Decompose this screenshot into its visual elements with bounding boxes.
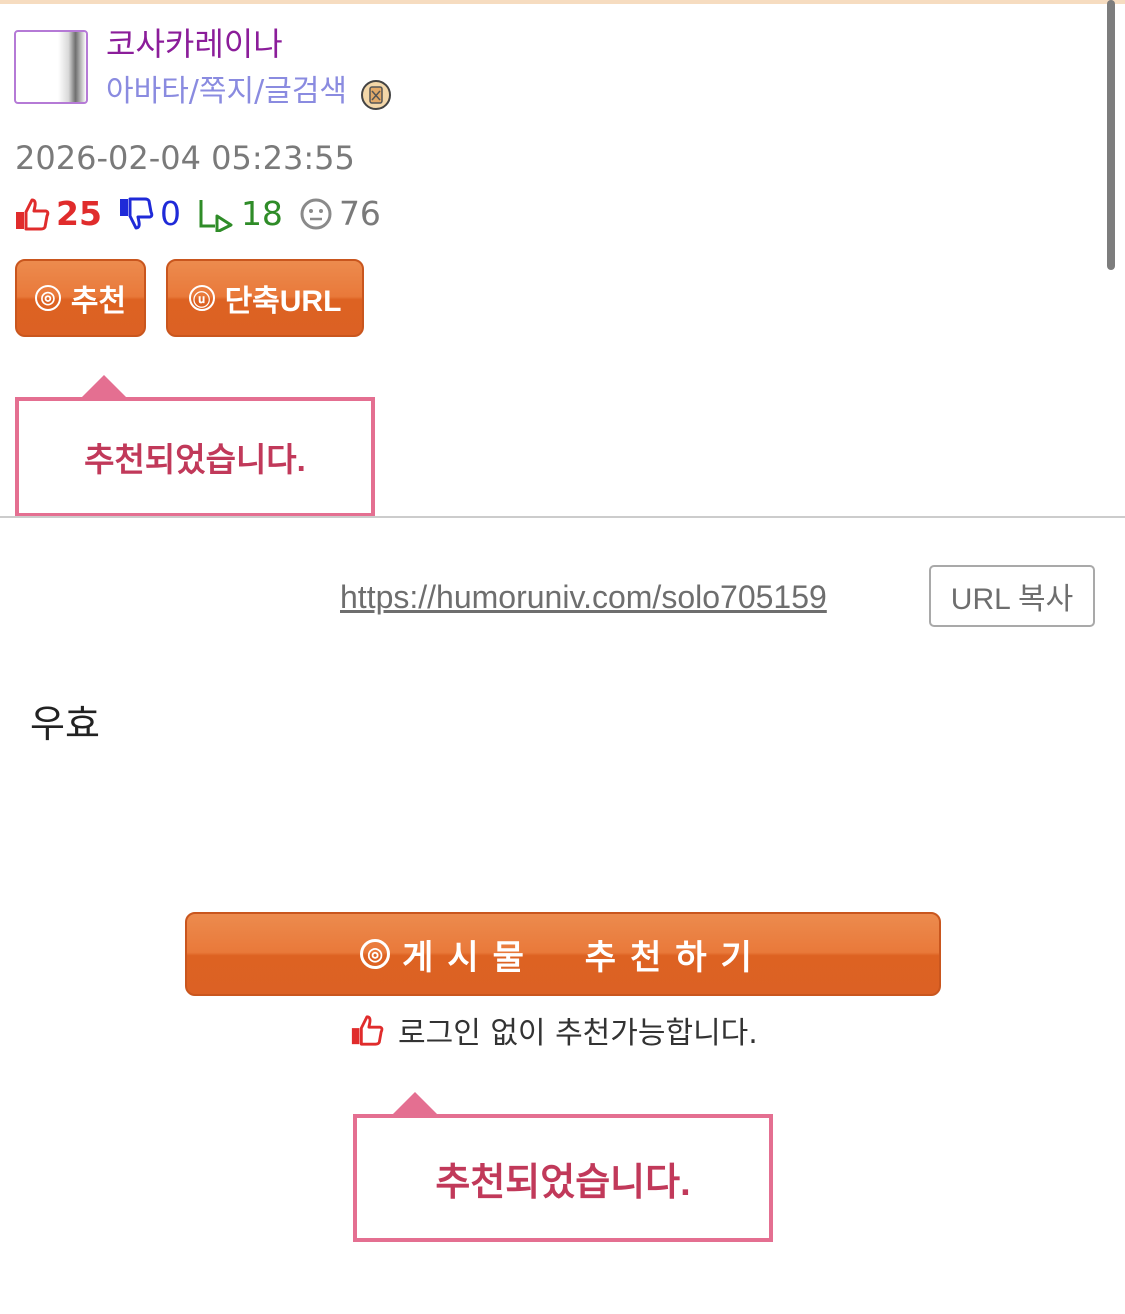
thumbs-up-icon — [16, 198, 50, 231]
tooltip-message: 추천되었습니다. — [435, 1161, 691, 1204]
author-nickname[interactable]: 코사카레이나 — [106, 24, 283, 64]
recommend-tooltip-top: 추천되었습니다. — [15, 375, 375, 517]
scrollbar[interactable] — [1107, 0, 1115, 270]
nologin-notice: 로그인 없이 추천가능합니다. — [350, 1010, 758, 1051]
post-body: 우효 — [30, 702, 100, 746]
thumbs-down-icon — [119, 197, 154, 230]
memo-icon[interactable] — [361, 80, 391, 110]
nologin-notice-text: 로그인 없이 추천가능합니다. — [398, 1016, 758, 1051]
view-count: 76 — [338, 194, 381, 233]
tooltip-message: 추천되었습니다. — [84, 441, 306, 478]
divider — [0, 516, 1125, 518]
recommend-button[interactable]: ◎ 추천 — [15, 259, 146, 337]
tooltip-arrow — [78, 375, 130, 401]
recommend-post-button-label: 게시물 추천하기 — [402, 938, 766, 977]
stat-down: 0 — [118, 192, 181, 236]
url-circle-icon: ⓤ — [188, 285, 215, 311]
reply-arrow-icon — [199, 200, 233, 232]
post-datetime: 2026-02-04 05:23:55 — [15, 139, 355, 177]
short-url-button[interactable]: ⓤ 단축URL — [166, 259, 364, 337]
recommend-tooltip-bottom: 추천되었습니다. — [353, 1092, 773, 1242]
tooltip-arrow — [389, 1092, 441, 1118]
top-border — [0, 0, 1125, 4]
stat-up: 25 — [14, 192, 102, 236]
stat-replies: 18 — [197, 192, 283, 236]
recommend-post-circle-icon: ◎ — [360, 939, 391, 969]
recommend-button-label: 추천 — [70, 285, 127, 318]
avatar[interactable] — [14, 30, 88, 104]
down-count: 0 — [159, 194, 181, 233]
memo-glyph-icon — [369, 86, 383, 104]
reply-count: 18 — [240, 194, 283, 233]
stat-views: 76 — [299, 192, 381, 236]
recommend-circle-icon: ◎ — [34, 285, 61, 311]
short-url-button-label: 단축URL — [224, 285, 342, 318]
short-url-link[interactable]: https://humoruniv.com/solo705159 — [340, 576, 827, 618]
recommend-post-button[interactable]: ◎ 게시물 추천하기 — [185, 912, 941, 996]
copy-url-button[interactable]: URL 복사 — [929, 565, 1095, 627]
smiley-view-icon — [300, 198, 332, 230]
up-count: 25 — [56, 194, 102, 233]
thumbs-up-icon — [351, 1015, 384, 1046]
author-menu-link[interactable]: 아바타/쪽지/글검색 — [106, 72, 347, 112]
post-view-page: 코사카레이나 아바타/쪽지/글검색 2026-02-04 05:23:55 25… — [0, 0, 1125, 1314]
post-stats: 25 0 18 76 — [14, 192, 397, 236]
